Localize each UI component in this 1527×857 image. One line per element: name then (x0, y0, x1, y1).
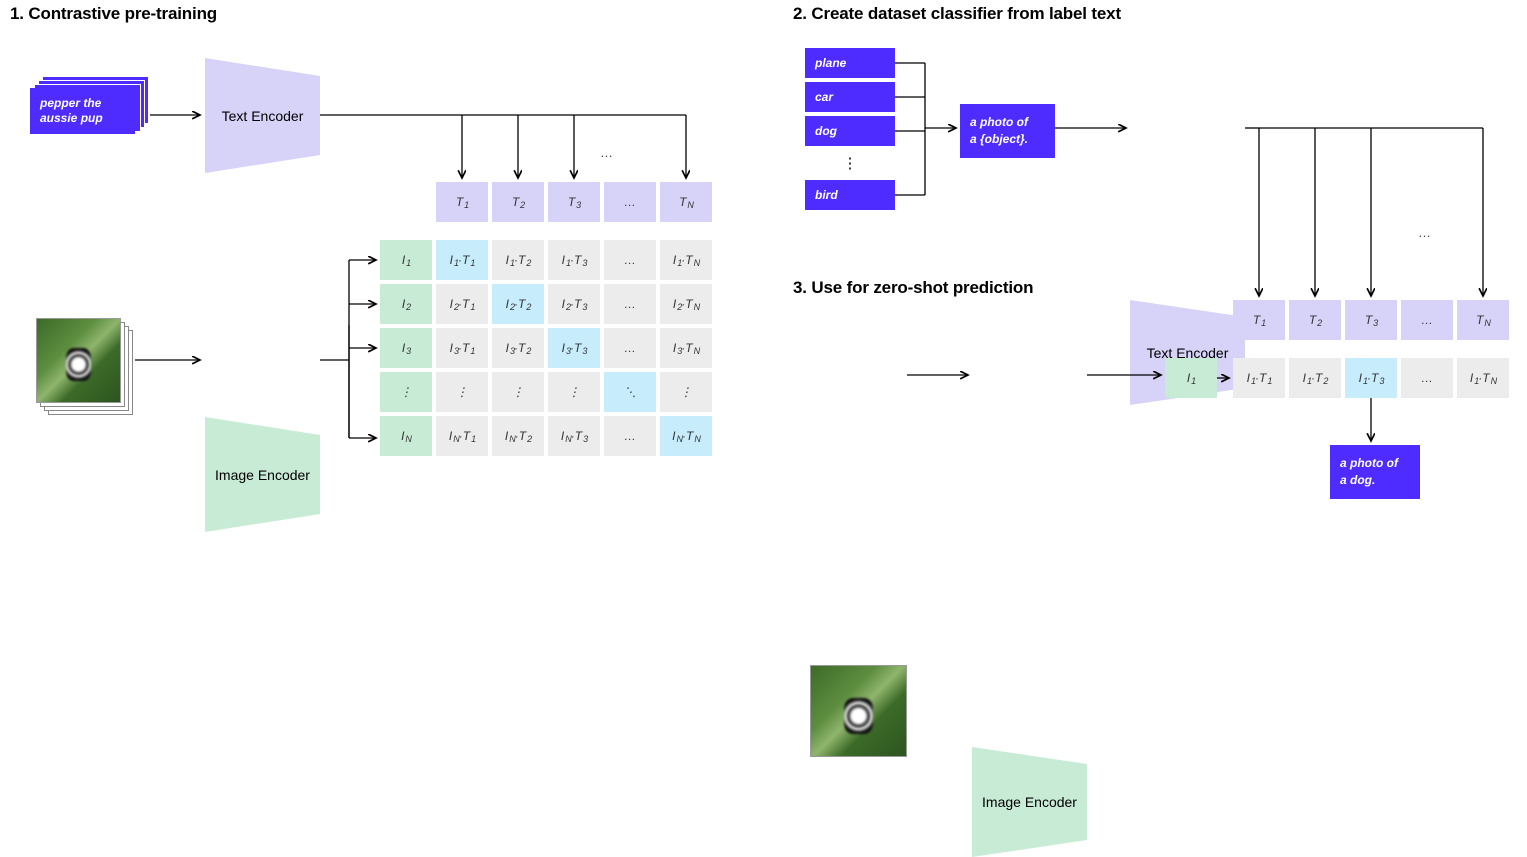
label-dog: dog (805, 116, 895, 146)
t3-3: … (1401, 300, 1453, 340)
image-encoder-trap-2: Image Encoder (972, 747, 1087, 857)
result-box: a photo of a dog. (1330, 445, 1420, 499)
label-car: car (805, 82, 895, 112)
section2-title: 2. Create dataset classifier from label … (793, 4, 1121, 24)
image-encoder-label-2: Image Encoder (972, 794, 1087, 810)
t-header-row-3: T1 T2 T3 … TN (1233, 300, 1509, 340)
s-0: I1·T1 (1233, 358, 1285, 398)
s-2: I1·T3 (1345, 358, 1397, 398)
result-l1: a photo of (1340, 455, 1410, 472)
section1-arrows (0, 0, 760, 535)
label-list: plane car dog ⋮ bird (805, 48, 895, 210)
label-vdots: ⋮ (805, 150, 895, 176)
section3-title: 3. Use for zero-shot prediction (793, 278, 1033, 298)
section2-top-ellipsis: … (1418, 225, 1431, 240)
label-bird: bird (805, 180, 895, 210)
s-3: … (1401, 358, 1453, 398)
s-4: I1·TN (1457, 358, 1509, 398)
t3-4: TN (1457, 300, 1509, 340)
sim-row: I1·T1 I1·T2 I1·T3 … I1·TN (1233, 358, 1509, 398)
t3-1: T2 (1289, 300, 1341, 340)
query-image (810, 665, 907, 757)
prompt-l1: a photo of (970, 114, 1045, 131)
i1-cell: I1 (1165, 358, 1217, 398)
prompt-l2: a {object}. (970, 131, 1045, 148)
label-plane: plane (805, 48, 895, 78)
prompt-template: a photo of a {object}. (960, 104, 1055, 158)
result-l2: a dog. (1340, 472, 1410, 489)
t3-0: T1 (1233, 300, 1285, 340)
t3-2: T3 (1345, 300, 1397, 340)
s-1: I1·T2 (1289, 358, 1341, 398)
clip-diagram: 1. Contrastive pre-training pepper the a… (0, 0, 1527, 535)
